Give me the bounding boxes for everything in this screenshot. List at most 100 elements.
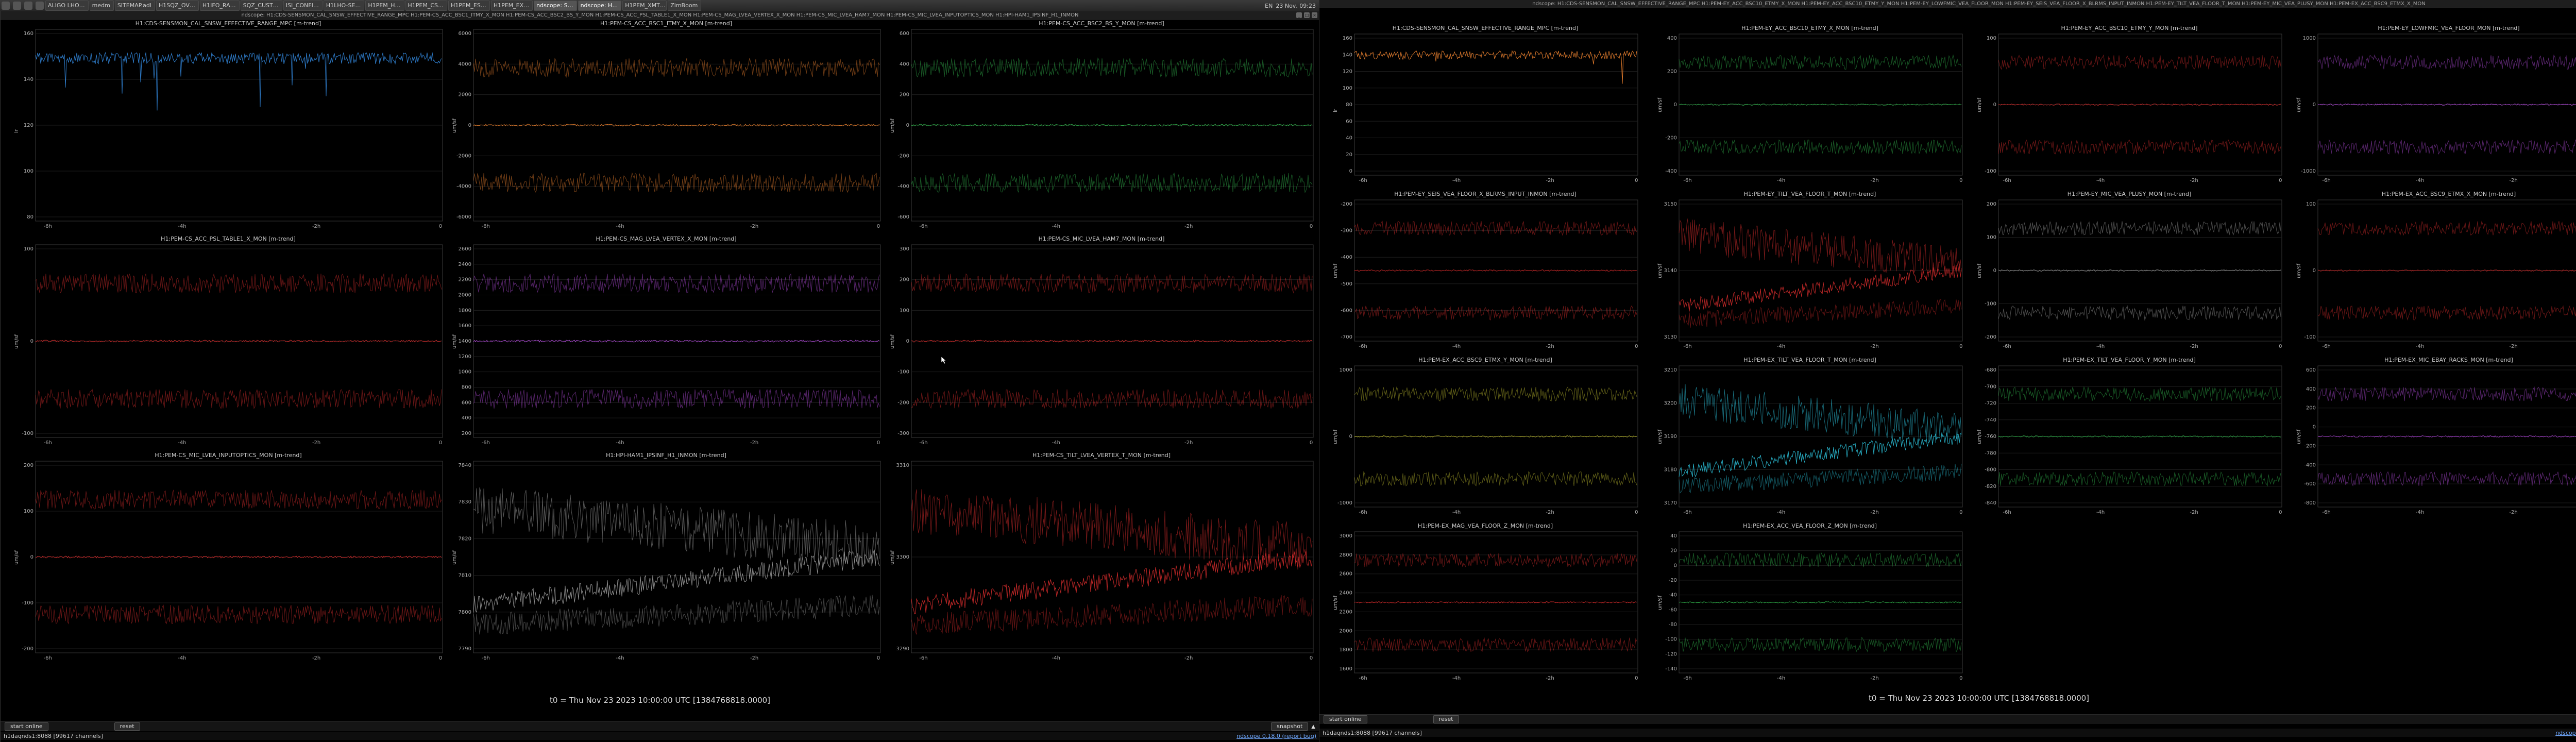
terminal-icon[interactable] — [24, 2, 32, 10]
reset-button[interactable]: reset — [1433, 715, 1459, 723]
y-tick-label: 2600 — [1340, 571, 1352, 577]
version-link[interactable]: ndscope 0.18.0 (report bug) — [1236, 733, 1316, 739]
plot-canvas[interactable]: 40 20 0 -20 -40 -60 -80 -100 -120 -140 -6h -4h -2h 0 — [1654, 522, 1965, 683]
app-menu-icon[interactable] — [2, 2, 10, 10]
y-tick-label: -820 — [1985, 484, 1996, 490]
plot-canvas[interactable]: 6000 4000 2000 0 -2000 -4000 -6000 -6h -4h -2h 0 — [449, 20, 884, 231]
plot-canvas[interactable]: 3150 3140 3130 -6h -4h -2h 0 — [1654, 191, 1965, 351]
y-tick-label: -200 — [1985, 334, 1996, 340]
taskbar-task[interactable]: H1IFO_RA… — [199, 1, 240, 11]
x-tick-label: -6h — [1359, 344, 1367, 349]
trend-plot[interactable]: H1:PEM-EX_ACC_BSC9_ETMX_Y_MON [m-trend] 1… — [1330, 357, 1641, 517]
trend-trace — [1998, 221, 2281, 236]
trend-plot[interactable]: H1:PEM-EY_ACC_BSC10_ETMY_X_MON [m-trend]… — [1654, 25, 1965, 185]
taskbar-task[interactable]: H1PEM_H… — [365, 1, 404, 11]
files-icon[interactable] — [13, 2, 21, 10]
trend-plot[interactable]: H1:PEM-EX_MIC_EBAY_RACKS_MON [m-trend] 60… — [2293, 357, 2576, 517]
plot-canvas[interactable]: 6004002000-200-400-600-800-6h-4h-2h0 — [2293, 357, 2576, 517]
x-tick-label: 0 — [1959, 344, 1962, 349]
trend-plot[interactable]: H1:PEM-EX_ACC_VEA_FLOOR_Z_MON [m-trend] 4… — [1654, 522, 1965, 683]
y-tick-label: -4000 — [456, 184, 471, 190]
plot-canvas[interactable]: 1000-100-6h-4h-2h0 — [2293, 191, 2576, 351]
taskbar-task[interactable]: H1PEM_ES… — [448, 1, 490, 11]
trend-plot[interactable]: H1:CDS-SENSMON_CAL_SNSW_EFFECTIVE_RANGE_… — [1330, 25, 1641, 185]
plot-canvas[interactable]: 1000-100-6h-4h-2h0 — [11, 235, 446, 448]
trend-plot[interactable]: H1:PEM-EX_TILT_VEA_FLOOR_T_MON [m-trend]… — [1654, 357, 1965, 517]
taskbar-task[interactable]: medm — [89, 1, 114, 11]
snapshot-button[interactable]: snapshot — [1271, 722, 1309, 731]
y-tick-label: 160 — [1343, 36, 1352, 41]
browser-icon[interactable] — [36, 2, 44, 10]
plot-canvas[interactable]: 3210 3200 3190 3180 3170 -6h -4h -2h 0 — [1654, 357, 1965, 517]
trend-plot[interactable]: H1:PEM-EX_ACC_BSC9_ETMX_X_MON [m-trend] 1… — [2293, 191, 2576, 351]
version-link[interactable]: ndscope 0.18.0 (report bug) — [2555, 730, 2576, 736]
taskbar-task[interactable]: H1PEM_XMT… — [622, 1, 667, 11]
start-online-button[interactable]: start online — [1324, 715, 1367, 723]
trend-plot[interactable]: H1:PEM-CS_ACC_BSC2_BS_Y_MON [m-trend] 600… — [887, 20, 1316, 231]
trend-plot[interactable]: H1:HPI-HAM1_IPSINF_H1_INMON [m-trend] 784… — [449, 452, 884, 663]
trend-plot[interactable]: H1:PEM-EY_LOWFMIC_VEA_FLOOR_MON [m-trend… — [2293, 25, 2576, 185]
trend-plot[interactable]: H1:PEM-CS_MIC_LVEA_INPUTOPTICS_MON [m-tr… — [11, 452, 446, 663]
trend-plot[interactable]: H1:PEM-EY_TILT_VEA_FLOOR_T_MON [m-trend]… — [1654, 191, 1965, 351]
trend-plot[interactable]: H1:PEM-CS_ACC_PSL_TABLE1_X_MON [m-trend]… — [11, 235, 446, 448]
taskbar-task[interactable]: ZimBoom — [668, 1, 702, 11]
trend-plot[interactable]: H1:PEM-CS_ACC_BSC1_ITMY_X_MON [m-trend] 6… — [449, 20, 884, 231]
plot-canvas[interactable]: 400 200 0 -200 -400 -6h -4h -2h 0 — [1654, 25, 1965, 185]
trend-plot[interactable]: H1:PEM-EY_MIC_VEA_PLUSY_MON [m-trend] 200… — [1974, 191, 2285, 351]
y-tick-label: 20 — [1670, 548, 1677, 554]
plot-canvas[interactable]: 3310 3300 3290 -6h -4h -2h 0 — [887, 452, 1316, 663]
trend-plot[interactable]: H1:PEM-EX_MAG_VEA_FLOOR_Z_MON [m-trend] 3… — [1330, 522, 1641, 683]
taskbar-task[interactable]: ISI_CONFI… — [283, 1, 323, 11]
plot-canvas[interactable]: 200 100 0 -100 -200 -6h -4h -2h 0 — [11, 452, 446, 663]
taskbar-task[interactable]: ALIGO LHO… — [45, 1, 89, 11]
plot-canvas[interactable]: 2600240022002000180016001400120010008006… — [449, 235, 884, 448]
plot-canvas[interactable]: 10000-1000-6h-4h-2h0 — [2293, 25, 2576, 185]
x-tick-label: -6h — [1359, 676, 1367, 681]
taskbar-task[interactable]: SITEMAP.adl — [114, 1, 155, 11]
minimize-icon[interactable]: _ — [1296, 12, 1302, 18]
plot-canvas[interactable]: 10000-1000-6h-4h-2h0 — [1330, 357, 1641, 517]
y-tick-label: 100 — [24, 246, 33, 252]
taskbar-task[interactable]: H1LHO-SE… — [323, 1, 365, 11]
taskbar-task[interactable]: ndscope: S… — [534, 1, 577, 11]
y-tick-label: 120 — [24, 123, 33, 128]
y-tick-label: 2000 — [1340, 628, 1352, 634]
trend-trace — [911, 57, 1313, 78]
trend-plot[interactable]: H1:CDS-SENSMON_CAL_SNSW_EFFECTIVE_RANGE_… — [11, 20, 446, 231]
plot-canvas[interactable]: 160 140 120 100 80 60 40 20 0 -6h -4h -2h 0 — [1330, 25, 1641, 185]
maximize-icon[interactable]: □ — [1304, 12, 1310, 18]
plot-canvas[interactable]: 600 400 200 0 -200 -400 -600 -6h -4h -2h 0 — [887, 20, 1316, 231]
taskbar-task[interactable]: SQZ_CUST… — [240, 1, 282, 11]
plot-canvas[interactable]: 200 100 0 -100 -200 -6h -4h -2h 0 — [1974, 191, 2285, 351]
trend-plot[interactable]: H1:PEM-EX_TILT_VEA_FLOOR_Y_MON [m-trend]… — [1974, 357, 2285, 517]
y-tick-label: 7830 — [459, 499, 471, 505]
reset-button[interactable]: reset — [114, 722, 140, 731]
trend-trace — [35, 604, 442, 625]
trend-plot[interactable]: H1:PEM-CS_MAG_LVEA_VERTEX_X_MON [m-trend… — [449, 235, 884, 448]
taskbar-task[interactable]: H1PEM_CS… — [405, 1, 448, 11]
taskbar-task[interactable]: H1SQZ_OV… — [156, 1, 199, 11]
trend-plot[interactable]: H1:PEM-EY_SEIS_VEA_FLOOR_X_BLRMS_INPUT_I… — [1330, 191, 1641, 351]
y-tick-label: 2600 — [459, 246, 471, 252]
y-tick-label: 140 — [1343, 52, 1352, 58]
plot-canvas[interactable]: 7840 7830 7820 7810 7800 7790 -6h -4h -2h 0 — [449, 452, 884, 663]
taskbar-task[interactable]: ndscope: H… — [578, 1, 622, 11]
x-tick-label: -2h — [1546, 344, 1554, 349]
trend-plot[interactable]: H1:PEM-CS_MIC_LVEA_HAM7_MON [m-trend] 300… — [887, 235, 1316, 448]
close-icon[interactable]: × — [1312, 12, 1317, 18]
trend-plot[interactable]: H1:PEM-CS_TILT_LVEA_VERTEX_T_MON [m-tren… — [887, 452, 1316, 663]
plot-canvas[interactable]: 160 140 120 100 80 -6h -4h -2h 0 — [11, 20, 446, 231]
plot-canvas[interactable]: 300 200 100 0 -100 -200 -300 -6h -4h -2h 0 — [887, 235, 1316, 448]
x-tick-label: -2h — [2509, 178, 2517, 183]
plot-canvas[interactable]: 3000 2800 2600 2400 2200 2000 1800 1600 -6h -4h -2… — [1330, 522, 1641, 683]
taskbar-task[interactable]: H1PEM_EX… — [490, 1, 533, 11]
x-tick-label: 0 — [1310, 655, 1313, 661]
trend-plot[interactable]: H1:PEM-EY_ACC_BSC10_ETMY_Y_MON [m-trend]… — [1974, 25, 2285, 185]
clock[interactable]: 23 Nov, 09:23 — [1276, 3, 1316, 9]
triangle-up-icon[interactable]: ▲ — [1311, 724, 1315, 730]
plot-canvas[interactable]: -680 -700 -720 -740 -760 -780 -800 -820 -840 -6h -… — [1974, 357, 2285, 517]
lang-indicator[interactable]: EN — [1265, 3, 1273, 9]
start-online-button[interactable]: start online — [5, 722, 48, 731]
plot-canvas[interactable]: 1000-100-6h-4h-2h0 — [1974, 25, 2285, 185]
plot-canvas[interactable]: -200 -300 -400 -500 -600 -700 -6h -4h -2h 0 — [1330, 191, 1641, 351]
